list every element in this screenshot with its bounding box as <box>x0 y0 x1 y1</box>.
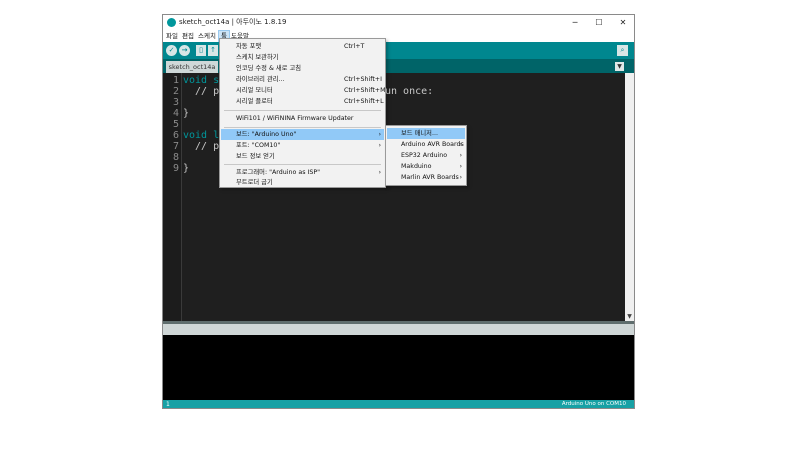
line-number: 5 <box>172 119 179 130</box>
menu-item-label: 시리얼 플로터 <box>236 98 273 105</box>
menu-item-serial-monitor[interactable]: 시리얼 모니터 Ctrl+Shift+M <box>221 85 386 96</box>
status-board-port: Arduino Uno on COM10 <box>561 401 626 407</box>
menu-item-label: 스케치 보관하기 <box>236 54 279 61</box>
submenu-item-makduino[interactable]: Makduino › <box>387 161 465 172</box>
status-bar: 1 Arduino Uno on COM10 <box>163 400 634 408</box>
line-number-gutter: 1 2 3 4 5 6 7 8 9 <box>163 73 181 321</box>
menu-item-label: Arduino AVR Boards <box>401 141 464 148</box>
line-number: 2 <box>172 86 179 97</box>
menu-item-board[interactable]: 보드: "Arduino Uno" › <box>221 129 384 140</box>
tab-sketch[interactable]: sketch_oct14a <box>166 61 218 73</box>
menu-separator <box>224 110 381 111</box>
serial-monitor-button[interactable]: ⌕ <box>617 45 628 56</box>
submenu-item-marlin-avr[interactable]: Marlin AVR Boards › <box>387 172 465 183</box>
menu-item-label: Makduino <box>401 163 432 170</box>
gutter-divider <box>181 73 182 321</box>
line-number: 9 <box>172 163 179 174</box>
code-line: // p <box>183 86 220 97</box>
console-divider-edge <box>163 321 634 324</box>
menu-item-label: 라이브러리 관리... <box>236 76 285 83</box>
tools-dropdown-menu: 자동 포맷 Ctrl+T 스케치 보관하기 인코딩 수정 & 새로 고침 라이브… <box>219 38 386 188</box>
submenu-arrow-icon: › <box>459 141 462 148</box>
scroll-down-arrow-icon[interactable]: ▼ <box>625 312 634 321</box>
menu-item-label: WiFi101 / WiFiNINA Firmware Updater <box>236 115 354 122</box>
line-number: 1 <box>172 75 179 86</box>
menu-item-label: 보드 매니저... <box>401 130 438 137</box>
submenu-item-boards-manager[interactable]: 보드 매니저... <box>387 128 465 139</box>
menu-item-serial-plotter[interactable]: 시리얼 플로터 Ctrl+Shift+L <box>221 96 384 107</box>
code-keyword: void s <box>183 75 220 86</box>
menu-separator <box>224 164 381 165</box>
menu-item-fix-encoding[interactable]: 인코딩 수정 & 새로 고침 <box>221 63 384 74</box>
line-number: 4 <box>172 108 179 119</box>
code-line: // p <box>183 141 220 152</box>
menu-item-label: 자동 포맷 <box>236 43 262 50</box>
submenu-arrow-icon: › <box>378 142 381 149</box>
menu-item-shortcut: Ctrl+Shift+M <box>344 87 386 94</box>
window-title: sketch_oct14a | 아두이노 1.8.19 <box>179 18 287 26</box>
menu-item-shortcut: Ctrl+Shift+L <box>344 98 384 105</box>
menu-item-firmware-updater[interactable]: WiFi101 / WiFiNINA Firmware Updater <box>221 113 384 124</box>
menu-edit[interactable]: 편집 <box>180 31 196 41</box>
menu-item-port[interactable]: 포트: "COM10" › <box>221 140 384 151</box>
line-number: 8 <box>172 152 179 163</box>
tab-menu-button[interactable]: ▼ <box>615 62 624 71</box>
menu-sketch[interactable]: 스케치 <box>196 31 218 41</box>
line-number: 6 <box>172 130 179 141</box>
menu-item-label: ESP32 Arduino <box>401 152 448 159</box>
open-sketch-button[interactable]: ↑ <box>208 45 218 56</box>
submenu-item-esp32[interactable]: ESP32 Arduino › <box>387 150 465 161</box>
new-sketch-button[interactable]: ▯ <box>196 45 206 56</box>
menu-item-label: 포트: "COM10" <box>236 142 281 149</box>
arduino-logo-icon <box>167 18 176 27</box>
menu-file[interactable]: 파일 <box>164 31 180 41</box>
code-line: } <box>183 108 190 119</box>
menu-item-manage-libraries[interactable]: 라이브러리 관리... Ctrl+Shift+I <box>221 74 384 85</box>
minimize-button[interactable]: ─ <box>563 15 587 30</box>
menu-item-board-info[interactable]: 보드 정보 얻기 <box>221 151 384 162</box>
code-keyword: void l <box>183 130 220 141</box>
menu-item-label: 시리얼 모니터 <box>236 87 273 94</box>
submenu-arrow-icon: › <box>459 163 462 170</box>
menu-item-label: 인코딩 수정 & 새로 고침 <box>236 65 302 72</box>
board-submenu: 보드 매니저... Arduino AVR Boards › ESP32 Ard… <box>385 125 467 186</box>
verify-button[interactable]: ✓ <box>166 45 177 56</box>
close-button[interactable]: ✕ <box>611 15 634 30</box>
menu-item-burn-bootloader[interactable]: 부트로더 굽기 <box>221 177 384 188</box>
code-line: } <box>183 163 190 174</box>
vertical-scrollbar[interactable]: ▼ <box>625 73 634 321</box>
menu-item-label: 보드 정보 얻기 <box>236 153 275 160</box>
submenu-item-arduino-avr[interactable]: Arduino AVR Boards › <box>387 139 465 150</box>
maximize-button[interactable]: ☐ <box>587 15 611 30</box>
line-number: 3 <box>172 97 179 108</box>
menu-item-label: 부트로더 굽기 <box>236 179 273 186</box>
code-fragment: un once: <box>385 86 434 97</box>
menu-item-shortcut: Ctrl+T <box>344 43 365 50</box>
menu-item-shortcut: Ctrl+Shift+I <box>344 76 382 83</box>
submenu-arrow-icon: › <box>378 131 381 138</box>
menu-separator <box>224 127 381 128</box>
title-bar: sketch_oct14a | 아두이노 1.8.19 ─ ☐ ✕ <box>163 15 634 30</box>
output-console[interactable] <box>163 335 634 400</box>
menu-item-label: Marlin AVR Boards <box>401 174 459 181</box>
code-line: void s <box>183 75 219 86</box>
submenu-arrow-icon: › <box>459 152 462 159</box>
line-number: 7 <box>172 141 179 152</box>
status-line-number: 1 <box>166 401 170 408</box>
menu-item-auto-format[interactable]: 자동 포맷 Ctrl+T <box>221 41 384 52</box>
menu-item-label: 보드: "Arduino Uno" <box>236 131 297 138</box>
menu-item-archive-sketch[interactable]: 스케치 보관하기 <box>221 52 384 63</box>
submenu-arrow-icon: › <box>459 174 462 181</box>
code-line: void l <box>183 130 219 141</box>
upload-button[interactable]: → <box>179 45 190 56</box>
